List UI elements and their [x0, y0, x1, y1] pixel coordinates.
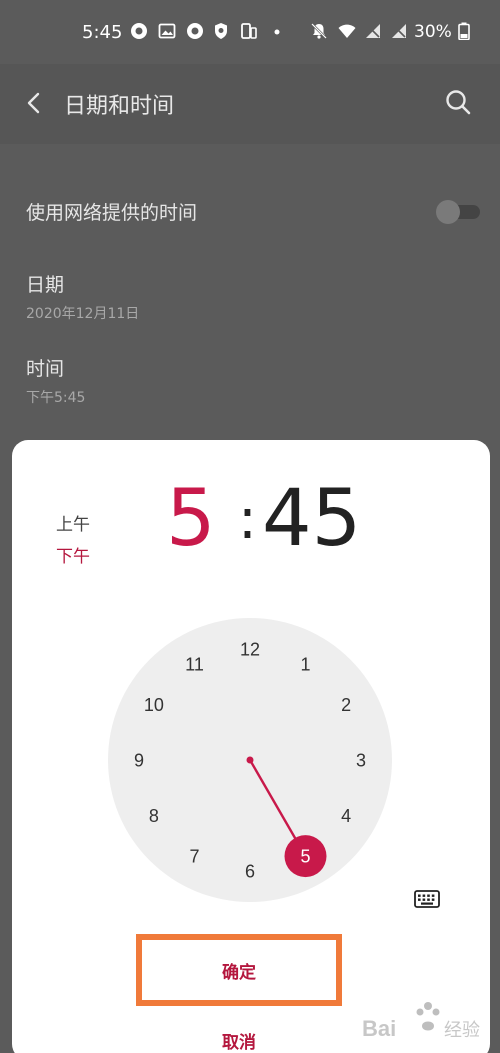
back-arrow-icon[interactable] — [22, 90, 48, 116]
hour-display[interactable]: 5 — [166, 480, 216, 558]
clock-number[interactable]: 12 — [240, 640, 260, 660]
svg-text:经验: 经验 — [444, 1020, 480, 1040]
clock-center-dot — [246, 756, 254, 764]
whatsapp-icon — [131, 23, 147, 39]
confirm-button[interactable]: 确定 — [136, 934, 342, 1006]
clock-number[interactable]: 6 — [245, 862, 255, 882]
toggle-thumb — [436, 200, 460, 224]
date-value: 2020年12月11日 — [26, 306, 140, 322]
status-bar: 5:45 30% — [0, 0, 500, 64]
clock-number[interactable]: 7 — [189, 847, 199, 867]
whatsapp-icon — [187, 23, 203, 39]
clock-number[interactable]: 5 — [300, 847, 310, 867]
no-sim-icon — [366, 24, 380, 38]
clock-number[interactable]: 11 — [185, 654, 204, 674]
battery-icon — [458, 22, 470, 40]
cancel-button[interactable]: 取消 — [136, 1026, 342, 1053]
app-header: 日期和时间 — [0, 64, 500, 144]
keyboard-icon[interactable] — [414, 890, 440, 908]
date-label: 日期 — [26, 274, 65, 296]
clock-number[interactable]: 4 — [341, 806, 351, 826]
clock-number[interactable]: 3 — [356, 751, 366, 771]
network-time-label: 使用网络提供的时间 — [26, 202, 198, 224]
gallery-icon — [158, 23, 176, 39]
clock-number[interactable]: 2 — [341, 695, 351, 715]
time-label: 时间 — [26, 358, 65, 380]
battery-percent: 30% — [414, 22, 452, 42]
wifi-icon — [338, 24, 356, 38]
mute-icon — [311, 23, 327, 39]
page-title: 日期和时间 — [64, 94, 175, 119]
watermark-logo: Bai 经验 — [362, 1002, 480, 1041]
dot-icon — [274, 29, 280, 35]
pm-option[interactable]: 下午 — [56, 542, 90, 567]
shield-icon — [215, 23, 227, 39]
minute-display[interactable]: 45 — [262, 480, 361, 558]
network-time-toggle[interactable] — [436, 200, 482, 224]
svg-text:Bai: Bai — [362, 1016, 396, 1041]
time-value: 下午5:45 — [26, 390, 86, 406]
am-option[interactable]: 上午 — [56, 510, 90, 535]
date-row[interactable]: 日期 2020年12月11日 — [26, 270, 139, 323]
time-separator: : — [238, 487, 257, 552]
clock-number[interactable]: 10 — [144, 695, 164, 715]
screen: 5:45 30% 日期和时间 使用网络提供的时间 日期 2020年12月11日 … — [0, 0, 500, 1053]
clock-number[interactable]: 9 — [134, 751, 144, 771]
status-time: 5:45 — [82, 22, 123, 43]
search-icon[interactable] — [444, 88, 472, 116]
network-time-row[interactable]: 使用网络提供的时间 — [26, 198, 197, 225]
phone-link-icon — [241, 23, 257, 39]
clock-face[interactable]: 121234567891011 — [108, 618, 392, 902]
time-row[interactable]: 时间 下午5:45 — [26, 354, 85, 407]
time-picker-dialog: 上午 下午 5 : 45 12 1 2 3 4 5 6 7 8 9 10 11 确定 取消 — [12, 440, 490, 1053]
clock-number[interactable]: 1 — [300, 654, 310, 674]
no-sim-icon — [392, 24, 406, 38]
clock-number[interactable]: 8 — [149, 806, 159, 826]
